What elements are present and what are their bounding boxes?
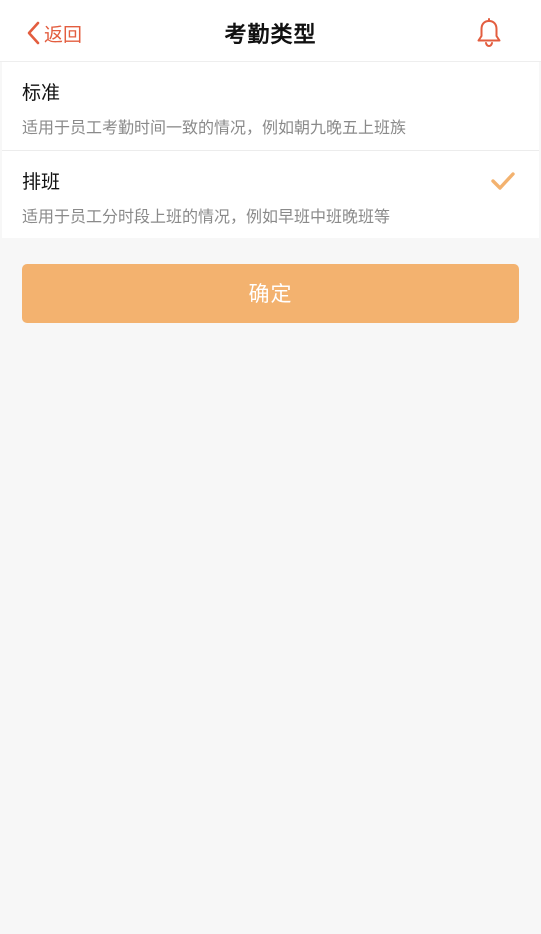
option-title: 排班 (22, 171, 61, 193)
attendance-type-list: 标准 适用于员工考勤时间一致的情况，例如朝九晚五上班族 排班 适用于员工分时段上… (2, 62, 539, 238)
option-description: 适用于员工分时段上班的情况，例如早班中班晚班等 (22, 207, 391, 226)
option-standard[interactable]: 标准 适用于员工考勤时间一致的情况，例如朝九晚五上班族 (2, 62, 539, 150)
option-description: 适用于员工考勤时间一致的情况，例如朝九晚五上班族 (22, 118, 407, 137)
option-title: 标准 (22, 82, 61, 104)
option-shift[interactable]: 排班 适用于员工分时段上班的情况，例如早班中班晚班等 (2, 150, 539, 238)
bell-icon[interactable] (475, 18, 503, 48)
confirm-button[interactable]: 确定 (22, 264, 519, 323)
page-title: 考勤类型 (224, 23, 317, 48)
nav-bar: 返回 考勤类型 (0, 0, 541, 62)
checkmark-icon (491, 172, 515, 190)
